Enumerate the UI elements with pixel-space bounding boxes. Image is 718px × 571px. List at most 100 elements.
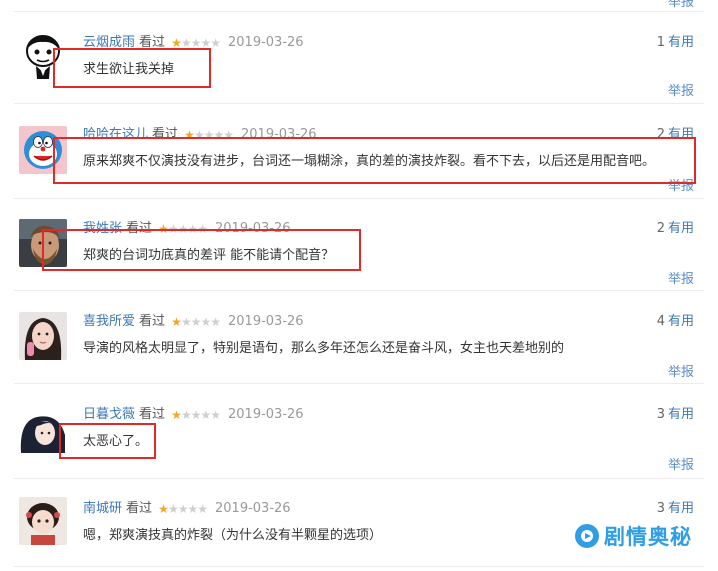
star-empty-icon: ★: [187, 502, 198, 516]
star-filled-icon: ★: [171, 315, 182, 329]
star-empty-icon: ★: [167, 502, 179, 516]
useful-button[interactable]: 有用: [668, 314, 694, 329]
star-filled-icon: ★: [158, 222, 169, 236]
avatar[interactable]: [19, 126, 67, 174]
watched-label: 看过: [126, 221, 153, 236]
useful-button[interactable]: 有用: [668, 501, 694, 516]
review-meta: 喜我所爱 看过 ★★★★★ 2019-03-26: [83, 313, 304, 331]
star-empty-icon: ★: [223, 128, 234, 142]
star-rating: ★★★★★: [158, 500, 208, 518]
review-meta: 哈哈在这儿 看过 ★★★★★ 2019-03-26: [83, 126, 317, 144]
star-rating: ★★★★★: [184, 126, 234, 144]
review-text: 原来郑爽不仅演技没有进步，台词还一塌糊涂，真的差的演技炸裂。看不下去，以后还是用…: [83, 154, 656, 169]
username-link[interactable]: 日暮戈薇: [83, 407, 135, 422]
star-empty-icon: ★: [197, 222, 208, 236]
divider: [14, 383, 704, 384]
review-meta: 我姓张 看过 ★★★★★ 2019-03-26: [83, 220, 291, 238]
useful-button[interactable]: 有用: [668, 35, 694, 50]
username-link[interactable]: 南城研: [83, 501, 122, 516]
divider: [14, 478, 704, 479]
watched-label: 看过: [139, 407, 166, 422]
report-link[interactable]: 举报: [668, 175, 694, 194]
star-rating: ★★★★★: [171, 406, 221, 424]
star-empty-icon: ★: [180, 36, 192, 50]
review-date: 2019-03-26: [228, 314, 304, 329]
username-link[interactable]: 云烟成雨: [83, 35, 135, 50]
star-empty-icon: ★: [203, 128, 215, 142]
useful-count: 2: [656, 221, 665, 236]
watermark-text: 剧情奥秘: [604, 525, 692, 549]
star-empty-icon: ★: [210, 36, 221, 50]
review-text: 导演的风格太明显了，特别是语句，那么多年还怎么还是奋斗风，女主也天差地别的: [83, 341, 565, 356]
review-text: 郑爽的台词功底真的差评 能不能请个配音？: [83, 248, 335, 263]
divider: [14, 198, 704, 199]
report-link[interactable]: 举报: [668, 80, 694, 99]
star-filled-icon: ★: [171, 408, 182, 422]
avatar[interactable]: [19, 497, 67, 545]
report-link[interactable]: 举报: [668, 268, 694, 287]
review-meta: 云烟成雨 看过 ★★★★★ 2019-03-26: [83, 34, 304, 52]
star-empty-icon: ★: [200, 36, 211, 50]
watched-label: 看过: [152, 127, 179, 142]
star-rating: ★★★★★: [171, 34, 221, 52]
review-text: 太恶心了。: [83, 434, 149, 449]
star-rating: ★★★★★: [158, 220, 208, 238]
review-date: 2019-03-26: [228, 407, 304, 422]
review-date: 2019-03-26: [241, 127, 317, 142]
star-rating: ★★★★★: [171, 313, 221, 331]
star-empty-icon: ★: [200, 408, 211, 422]
review-text: 求生欲让我关掉: [83, 62, 175, 77]
watched-label: 看过: [126, 501, 153, 516]
report-link[interactable]: 举报: [668, 0, 694, 10]
star-empty-icon: ★: [190, 408, 202, 422]
useful-vote[interactable]: 4 有用: [657, 313, 694, 331]
useful-vote[interactable]: 3 有用: [657, 406, 694, 424]
review-date: 2019-03-26: [228, 35, 304, 50]
avatar[interactable]: [19, 32, 67, 80]
divider: [14, 11, 704, 12]
useful-button[interactable]: 有用: [668, 221, 694, 236]
watermark-logo-icon: [575, 524, 599, 548]
star-empty-icon: ★: [187, 222, 198, 236]
review-text: 嗯，郑爽演技真的炸裂（为什么没有半颗星的选项）: [83, 528, 383, 543]
useful-vote[interactable]: 2 有用: [657, 220, 694, 238]
review-date: 2019-03-26: [215, 501, 291, 516]
useful-vote[interactable]: 2 有用: [657, 126, 694, 144]
report-link[interactable]: 举报: [668, 361, 694, 380]
report-link[interactable]: 举报: [668, 454, 694, 473]
star-empty-icon: ★: [180, 315, 192, 329]
avatar[interactable]: [19, 312, 67, 360]
star-filled-icon: ★: [184, 128, 195, 142]
useful-vote[interactable]: 3 有用: [657, 500, 694, 518]
username-link[interactable]: 喜我所爱: [83, 314, 135, 329]
star-empty-icon: ★: [197, 502, 208, 516]
useful-vote[interactable]: 1 有用: [657, 34, 694, 52]
star-empty-icon: ★: [180, 408, 192, 422]
username-link[interactable]: 我姓张: [83, 221, 122, 236]
star-empty-icon: ★: [190, 36, 202, 50]
useful-button[interactable]: 有用: [668, 407, 694, 422]
star-empty-icon: ★: [210, 315, 221, 329]
useful-button[interactable]: 有用: [668, 127, 694, 142]
useful-count: 2: [656, 127, 665, 142]
divider: [14, 566, 704, 567]
watermark: 剧情奥秘: [574, 521, 692, 551]
avatar[interactable]: [19, 405, 67, 453]
watched-label: 看过: [139, 314, 166, 329]
star-filled-icon: ★: [158, 502, 169, 516]
divider: [14, 290, 704, 291]
star-empty-icon: ★: [200, 315, 211, 329]
useful-count: 4: [656, 314, 665, 329]
star-empty-icon: ★: [213, 128, 224, 142]
star-empty-icon: ★: [167, 222, 179, 236]
username-link[interactable]: 哈哈在这儿: [83, 127, 148, 142]
divider: [14, 103, 704, 104]
avatar[interactable]: [19, 219, 67, 267]
star-empty-icon: ★: [193, 128, 205, 142]
star-empty-icon: ★: [190, 315, 202, 329]
useful-count: 1: [656, 35, 665, 50]
star-empty-icon: ★: [177, 222, 189, 236]
review-meta: 南城研 看过 ★★★★★ 2019-03-26: [83, 500, 291, 518]
star-empty-icon: ★: [210, 408, 221, 422]
useful-count: 3: [656, 501, 665, 516]
